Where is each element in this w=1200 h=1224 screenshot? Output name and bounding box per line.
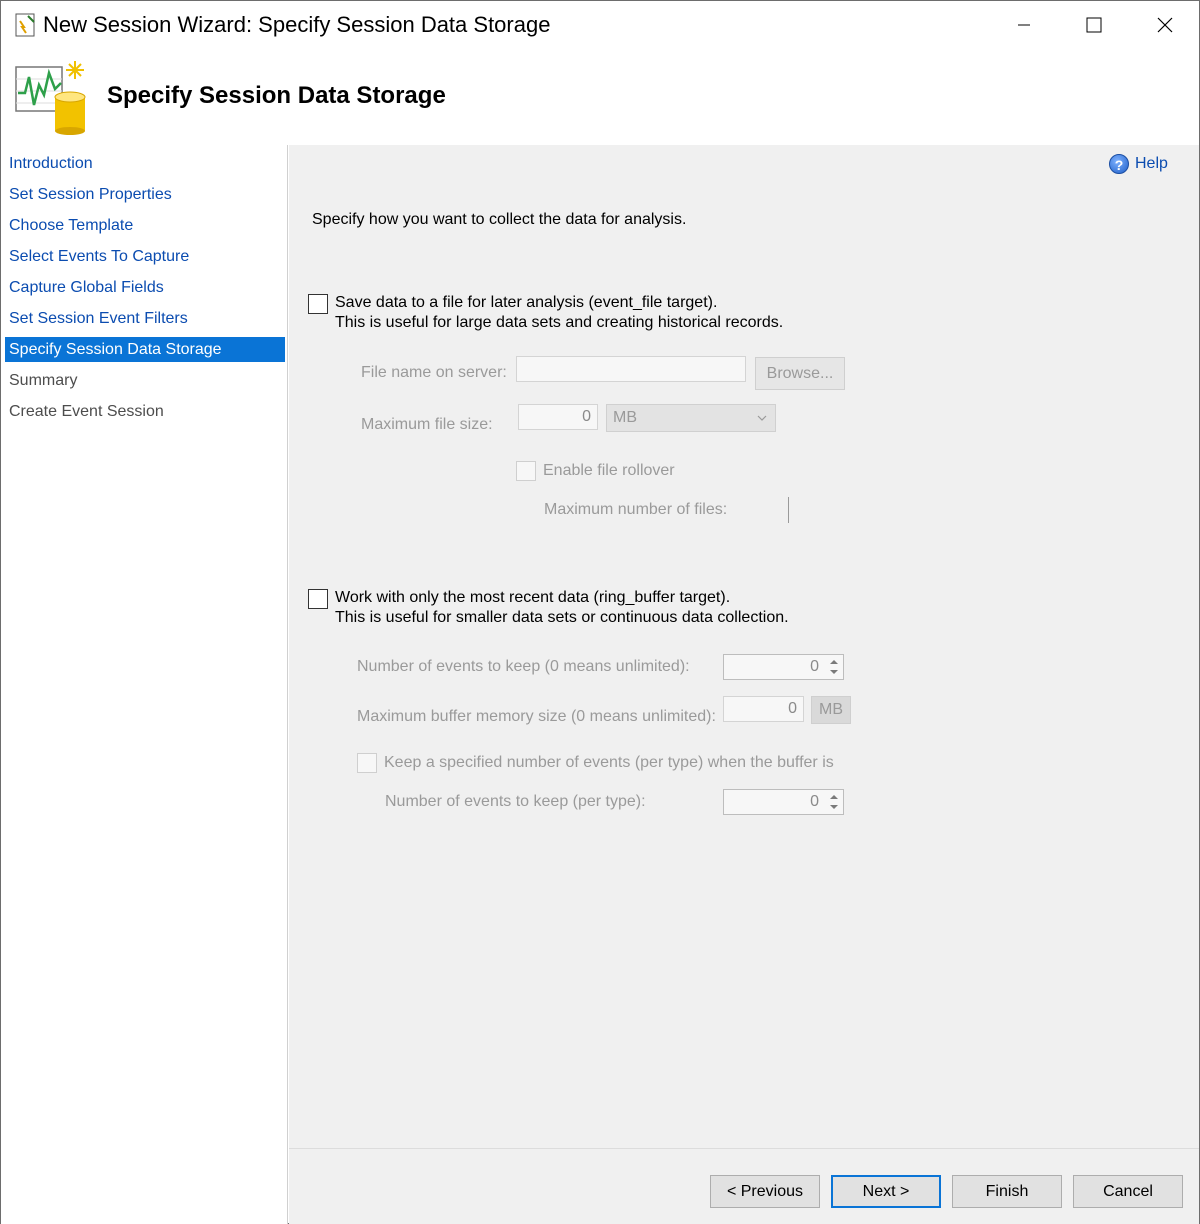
next-button[interactable]: Next >: [831, 1175, 941, 1208]
events-keep-stepper[interactable]: 0: [723, 654, 844, 680]
content-panel: ? Help Specify how you want to collect t…: [289, 145, 1199, 1148]
wizard-header: Specify Session Data Storage: [1, 49, 1199, 145]
file-target-checkbox[interactable]: [308, 294, 328, 314]
nav-item-create-event-session: Create Event Session: [9, 403, 164, 420]
session-storage-wizard-icon: [15, 61, 86, 135]
wizard-window: New Session Wizard: Specify Session Data…: [0, 0, 1200, 1224]
max-files-input[interactable]: [788, 497, 789, 523]
spinner-arrows-icon: [830, 795, 838, 809]
previous-button[interactable]: < Previous: [710, 1175, 820, 1208]
file-target-label: Save data to a file for later analysis (…: [335, 294, 718, 311]
wizard-footer: < Previous Next > Finish Cancel: [289, 1148, 1199, 1224]
max-file-size-label: Maximum file size:: [361, 416, 493, 433]
chevron-down-icon: [757, 415, 767, 421]
nav-item-summary: Summary: [9, 372, 78, 389]
nav-item-select-events[interactable]: Select Events To Capture: [5, 244, 285, 269]
nav-item-set-event-filters[interactable]: Set Session Event Filters: [5, 306, 285, 331]
ring-buffer-checkbox[interactable]: [308, 589, 328, 609]
file-name-input[interactable]: [516, 356, 746, 382]
per-type-checkbox[interactable]: [357, 753, 377, 773]
per-type-label: Keep a specified number of events (per t…: [384, 754, 834, 771]
wizard-nav: Introduction Set Session Properties Choo…: [1, 145, 288, 1224]
file-rollover-label: Enable file rollover: [543, 462, 675, 479]
ring-buffer-description: This is useful for smaller data sets or …: [335, 609, 789, 626]
maximize-icon[interactable]: [1059, 1, 1129, 49]
events-keep-value: 0: [810, 658, 819, 675]
per-type-count-value: 0: [810, 793, 819, 810]
max-files-label: Maximum number of files:: [544, 501, 728, 518]
per-type-count-stepper[interactable]: 0: [723, 789, 844, 815]
file-target-description: This is useful for large data sets and c…: [335, 314, 784, 331]
help-label: Help: [1135, 155, 1168, 172]
window-title: New Session Wizard: Specify Session Data…: [43, 12, 551, 37]
finish-button[interactable]: Finish: [952, 1175, 1062, 1208]
minimize-icon[interactable]: [989, 1, 1059, 49]
buffer-size-unit: MB: [811, 696, 851, 724]
events-keep-label: Number of events to keep (0 means unlimi…: [357, 658, 690, 675]
file-name-label: File name on server:: [361, 364, 507, 381]
buffer-size-label: Maximum buffer memory size (0 means unli…: [357, 708, 716, 725]
cancel-button[interactable]: Cancel: [1073, 1175, 1183, 1208]
file-size-unit-select[interactable]: MB: [606, 404, 776, 432]
per-type-count-label: Number of events to keep (per type):: [385, 793, 646, 810]
help-icon: ?: [1109, 154, 1129, 174]
browse-button[interactable]: Browse...: [755, 357, 845, 390]
nav-item-specify-data-storage[interactable]: Specify Session Data Storage: [5, 337, 285, 362]
file-rollover-checkbox[interactable]: [516, 461, 536, 481]
file-size-unit-value: MB: [613, 409, 637, 426]
max-file-size-input[interactable]: 0: [518, 404, 598, 430]
spinner-arrows-icon: [830, 660, 838, 674]
nav-item-choose-template[interactable]: Choose Template: [5, 213, 285, 238]
help-link[interactable]: ? Help: [1109, 153, 1168, 175]
title-bar: New Session Wizard: Specify Session Data…: [1, 1, 1199, 49]
close-icon[interactable]: [1129, 1, 1199, 49]
intro-text: Specify how you want to collect the data…: [312, 211, 687, 228]
nav-item-capture-global-fields[interactable]: Capture Global Fields: [5, 275, 285, 300]
nav-item-set-session-properties[interactable]: Set Session Properties: [5, 182, 285, 207]
nav-item-introduction[interactable]: Introduction: [5, 151, 285, 176]
buffer-size-input[interactable]: 0: [723, 696, 804, 722]
app-icon: [15, 13, 35, 37]
ring-buffer-label: Work with only the most recent data (rin…: [335, 589, 731, 606]
page-title: Specify Session Data Storage: [107, 82, 446, 109]
